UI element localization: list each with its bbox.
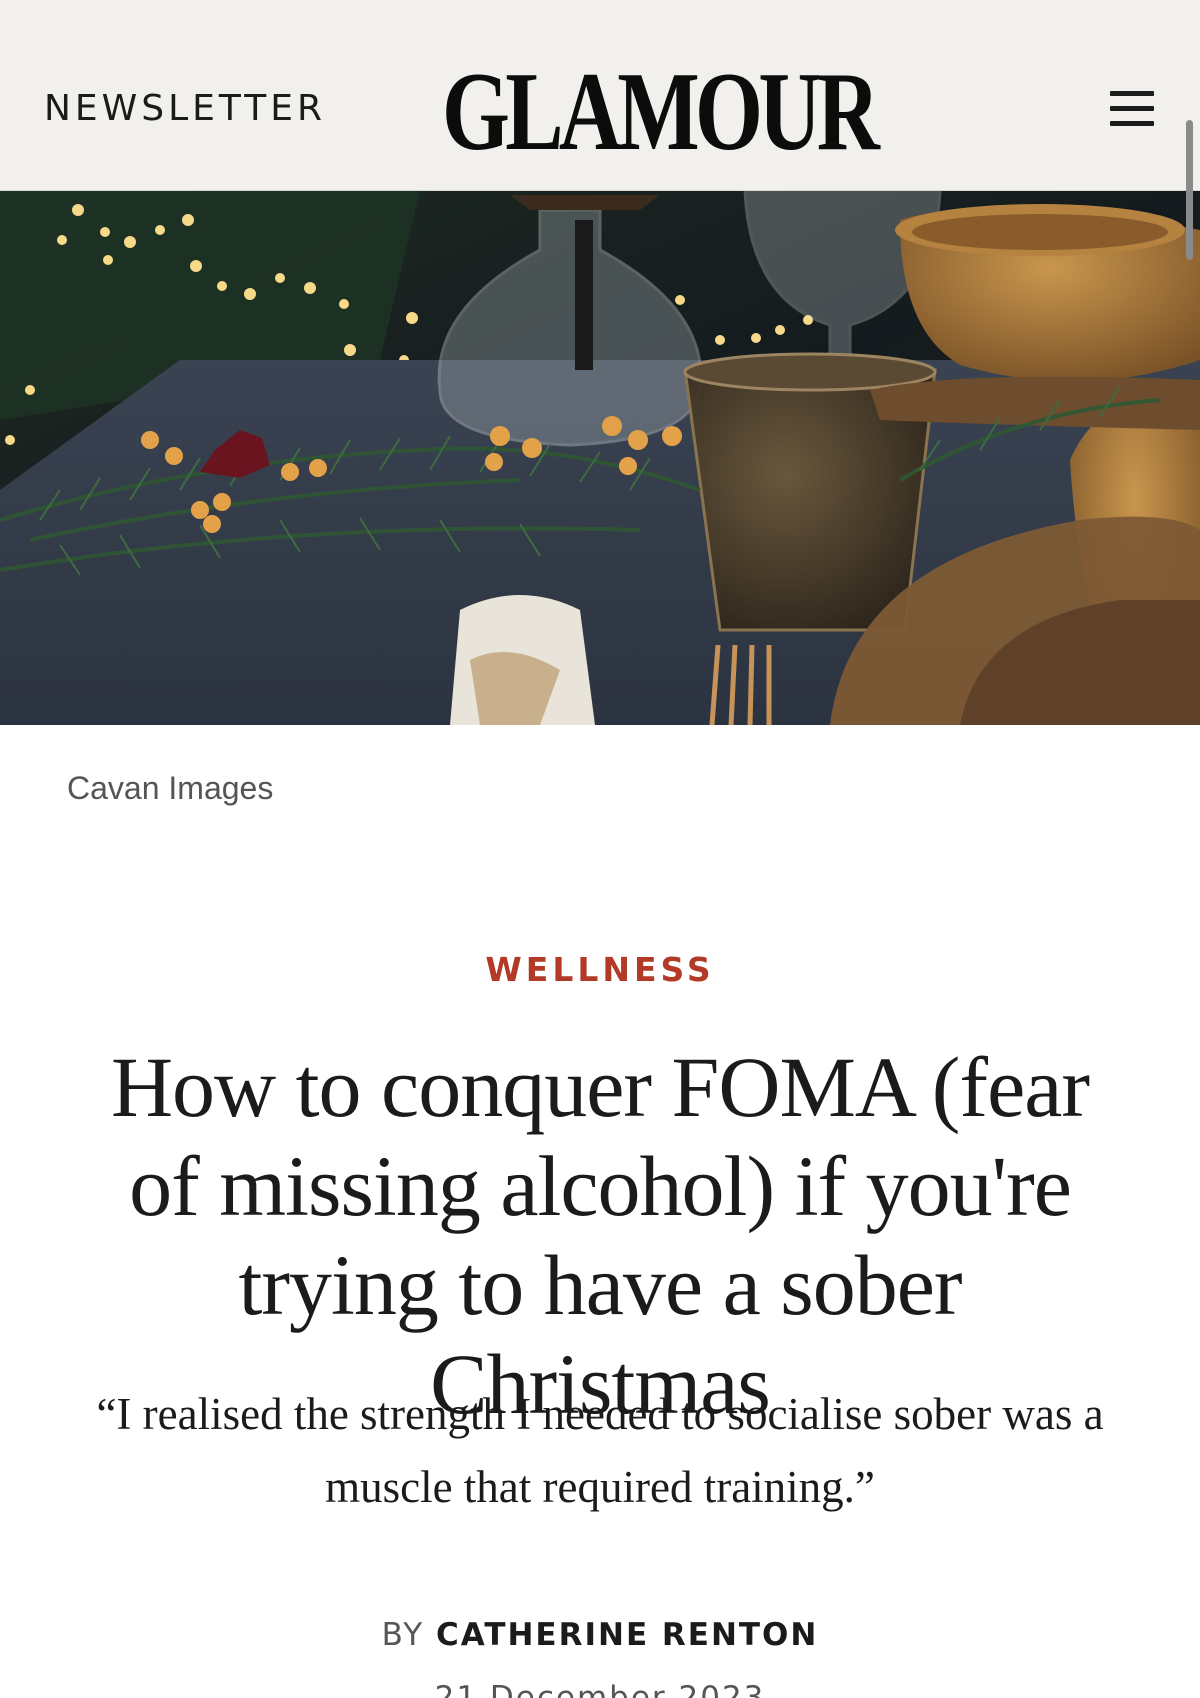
publish-date: 21 December 2023 [434,1680,766,1698]
byline-prefix: BY [381,1617,425,1653]
menu-bar [1110,106,1154,111]
menu-bar [1110,91,1154,96]
glamour-logo[interactable]: GLAMOUR [442,56,880,168]
article-dek: “I realised the strength I needed to soc… [96,1389,1104,1512]
image-credit: Cavan Images [67,770,274,806]
category-label[interactable]: WELLNESS [0,950,1200,989]
menu-bar [1110,121,1154,126]
byline: BY CATHERINE RENTON [0,1617,1200,1653]
author-link[interactable]: CATHERINE RENTON [436,1617,818,1653]
article-headline: How to conquer FOMA (fear of missing alc… [110,1039,1090,1432]
hamburger-menu-icon[interactable] [1106,91,1158,131]
newsletter-link[interactable]: NEWSLETTER [44,88,326,129]
scrollbar-thumb[interactable] [1186,120,1193,260]
hero-image [0,190,1200,725]
site-header: NEWSLETTER GLAMOUR [0,0,1200,191]
